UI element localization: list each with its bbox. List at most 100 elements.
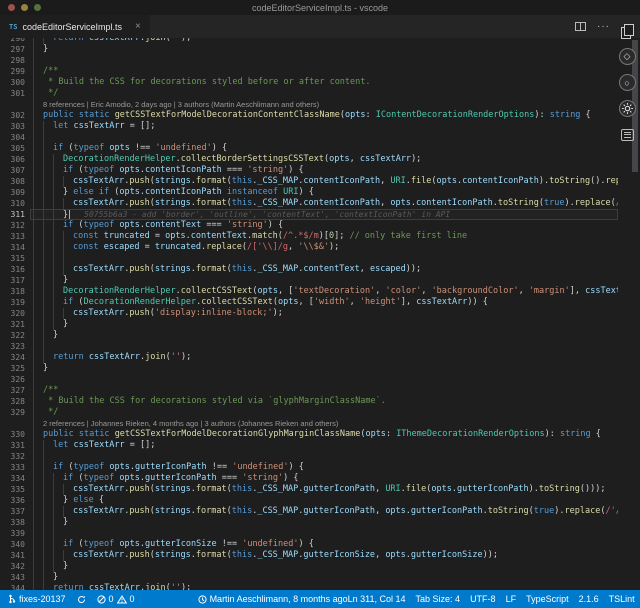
- tab-close-icon[interactable]: ×: [135, 21, 141, 32]
- code-line-332[interactable]: 332: [0, 451, 618, 462]
- code-line-327[interactable]: 327/**: [0, 385, 618, 396]
- gear-icon[interactable]: [619, 100, 636, 117]
- clock-icon: [198, 595, 207, 604]
- code-line-329[interactable]: 329 */: [0, 407, 618, 418]
- code-line-301[interactable]: 301 */: [0, 88, 618, 99]
- line-content: cssTextArr.push(strings.format(this._CSS…: [30, 506, 618, 517]
- code-line-312[interactable]: 312if (typeof opts.contentText === 'stri…: [0, 220, 618, 231]
- line-content: const escaped = truncated.replace(/['\\]…: [30, 242, 618, 253]
- code-line-304[interactable]: 304: [0, 132, 618, 143]
- code-line-341[interactable]: 341cssTextArr.push(strings.format(this._…: [0, 550, 618, 561]
- code-line-335[interactable]: 335cssTextArr.push(strings.format(this._…: [0, 484, 618, 495]
- code-line-344[interactable]: 344return cssTextArr.join('');: [0, 583, 618, 590]
- diamond-tool-icon[interactable]: ◇: [619, 48, 636, 65]
- code-line-326[interactable]: 326: [0, 374, 618, 385]
- tslint-status[interactable]: TSLint: [609, 594, 635, 604]
- line-content: /**: [30, 385, 618, 396]
- problems-indicator[interactable]: 0 0: [97, 594, 135, 604]
- text-cursor: [69, 210, 70, 219]
- status-bar: fixes-20137 0 0 Ma: [0, 590, 640, 608]
- eol-setting[interactable]: LF: [506, 594, 517, 604]
- code-line-331[interactable]: 331let cssTextArr = [];: [0, 440, 618, 451]
- code-line-325[interactable]: 325}: [0, 363, 618, 374]
- error-icon: [97, 595, 106, 604]
- code-line-320[interactable]: 320cssTextArr.push('display:inline-block…: [0, 308, 618, 319]
- line-content: if (typeof opts !== 'undefined') {: [30, 143, 618, 154]
- code-line-333[interactable]: 333if (typeof opts.gutterIconPath !== 'u…: [0, 462, 618, 473]
- code-line-340[interactable]: 340if (typeof opts.gutterIconSize !== 'u…: [0, 539, 618, 550]
- code-line-297[interactable]: 297}: [0, 44, 618, 55]
- typescript-version[interactable]: 2.1.6: [579, 594, 599, 604]
- line-content: 2 references | Johannes Rieken, 4 months…: [30, 418, 618, 429]
- warning-count: 0: [130, 594, 135, 604]
- code-line-342[interactable]: 342}: [0, 561, 618, 572]
- pages-icon[interactable]: [619, 22, 636, 39]
- code-line-305[interactable]: 305if (typeof opts !== 'undefined') {: [0, 143, 618, 154]
- code-line-311[interactable]: 311}50755b6a3 - add 'border', 'outline',…: [0, 209, 618, 220]
- more-actions-icon[interactable]: ···: [597, 22, 610, 31]
- line-number: 317: [0, 275, 30, 286]
- code-line-321[interactable]: 321}: [0, 319, 618, 330]
- code-area: 296return cssTextArr.join('');297}298299…: [0, 38, 618, 590]
- line-number: 340: [0, 539, 30, 550]
- code-line-318[interactable]: 318DecorationRenderHelper.collectCSSText…: [0, 286, 618, 297]
- code-line-308[interactable]: 308cssTextArr.push(strings.format(this._…: [0, 176, 618, 187]
- line-number: 303: [0, 121, 30, 132]
- code-line-319[interactable]: 319if (DecorationRenderHelper.collectCSS…: [0, 297, 618, 308]
- code-line-334[interactable]: 334if (typeof opts.gutterIconPath === 's…: [0, 473, 618, 484]
- code-line-324[interactable]: 324return cssTextArr.join('');: [0, 352, 618, 363]
- code-line-306[interactable]: 306DecorationRenderHelper.collectBorderS…: [0, 154, 618, 165]
- codelens-row[interactable]: 2 references | Johannes Rieken, 4 months…: [0, 418, 618, 429]
- code-line-300[interactable]: 300 * Build the CSS for decorations styl…: [0, 77, 618, 88]
- code-line-337[interactable]: 337cssTextArr.push(strings.format(this._…: [0, 506, 618, 517]
- gitlens-blame-status[interactable]: Martin Aeschlimann, 8 months ago: [198, 594, 348, 604]
- code-line-315[interactable]: 315: [0, 253, 618, 264]
- ellipse-tool-icon[interactable]: ○: [619, 74, 636, 91]
- codelens-row[interactable]: 8 references | Eric Amodio, 2 days ago |…: [0, 99, 618, 110]
- line-content: DecorationRenderHelper.collectCSSText(op…: [30, 286, 618, 297]
- code-line-302[interactable]: 302public static getCSSTextForModelDecor…: [0, 110, 618, 121]
- code-line-323[interactable]: 323: [0, 341, 618, 352]
- code-line-310[interactable]: 310cssTextArr.push(strings.format(this._…: [0, 198, 618, 209]
- code-line-309[interactable]: 309} else if (opts.contentIconPath insta…: [0, 187, 618, 198]
- tab-bar: TS codeEditorServiceImpl.ts × ···: [0, 15, 640, 38]
- indentation-setting[interactable]: Tab Size: 4: [416, 594, 461, 604]
- line-number: 324: [0, 352, 30, 363]
- line-number: 343: [0, 572, 30, 583]
- window-close-button[interactable]: [8, 4, 15, 11]
- code-line-317[interactable]: 317}: [0, 275, 618, 286]
- line-content: return cssTextArr.join('');: [30, 352, 618, 363]
- line-number: 342: [0, 561, 30, 572]
- code-line-314[interactable]: 314const escaped = truncated.replace(/['…: [0, 242, 618, 253]
- code-line-338[interactable]: 338}: [0, 517, 618, 528]
- code-line-313[interactable]: 313const truncated = opts.contentText.ma…: [0, 231, 618, 242]
- code-line-322[interactable]: 322}: [0, 330, 618, 341]
- line-content: } else if (opts.contentIconPath instance…: [30, 187, 618, 198]
- code-line-316[interactable]: 316cssTextArr.push(strings.format(this._…: [0, 264, 618, 275]
- git-branch-indicator[interactable]: fixes-20137: [8, 594, 66, 604]
- sync-button[interactable]: [77, 595, 86, 604]
- line-content: cssTextArr.push(strings.format(this._CSS…: [30, 176, 618, 187]
- code-line-330[interactable]: 330public static getCSSTextForModelDecor…: [0, 429, 618, 440]
- code-line-299[interactable]: 299/**: [0, 66, 618, 77]
- tab-codeeditorserviceimpl[interactable]: TS codeEditorServiceImpl.ts ×: [0, 15, 151, 38]
- notes-icon[interactable]: [619, 126, 636, 143]
- code-line-339[interactable]: 339: [0, 528, 618, 539]
- code-line-303[interactable]: 303let cssTextArr = [];: [0, 121, 618, 132]
- blame-text: Martin Aeschlimann, 8 months ago: [210, 594, 348, 604]
- line-content: * Build the CSS for decorations styled b…: [30, 77, 618, 88]
- cursor-position[interactable]: Ln 311, Col 14: [348, 594, 406, 604]
- window-zoom-button[interactable]: [34, 4, 41, 11]
- line-number: 333: [0, 462, 30, 473]
- encoding-setting[interactable]: UTF-8: [470, 594, 496, 604]
- line-content: if (typeof opts.gutterIconSize !== 'unde…: [30, 539, 618, 550]
- code-line-343[interactable]: 343}: [0, 572, 618, 583]
- window-minimize-button[interactable]: [21, 4, 28, 11]
- line-content: cssTextArr.push('display:inline-block;')…: [30, 308, 618, 319]
- code-line-336[interactable]: 336} else {: [0, 495, 618, 506]
- language-mode[interactable]: TypeScript: [526, 594, 569, 604]
- code-line-298[interactable]: 298: [0, 55, 618, 66]
- code-line-328[interactable]: 328 * Build the CSS for decorations styl…: [0, 396, 618, 407]
- split-editor-icon[interactable]: [575, 22, 586, 31]
- code-line-307[interactable]: 307if (typeof opts.contentIconPath === '…: [0, 165, 618, 176]
